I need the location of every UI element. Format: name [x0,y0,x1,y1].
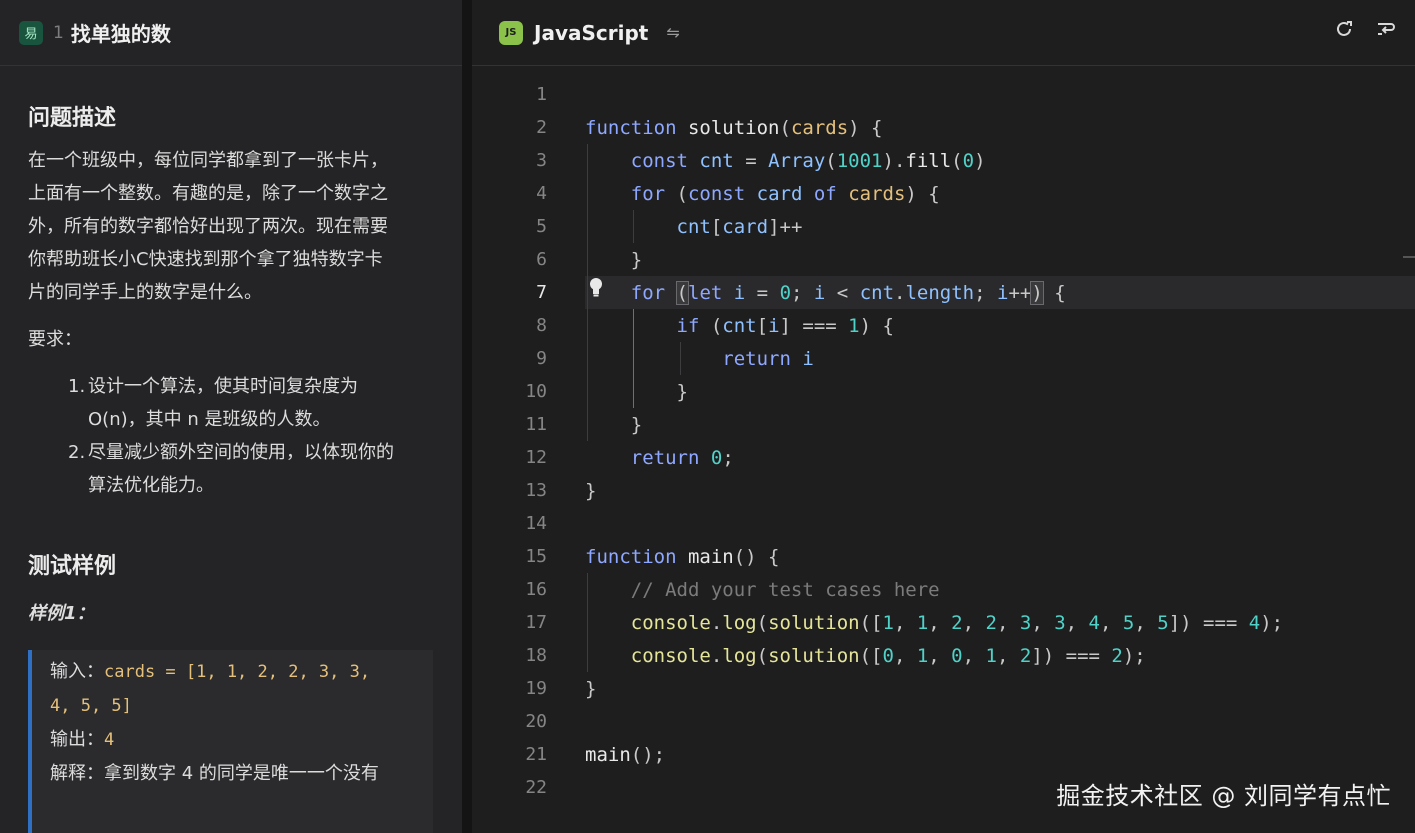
difficulty-badge: 易 [19,20,43,45]
javascript-icon: JS [499,20,523,45]
sample-input-cont: 4, 5, 5] [50,689,421,723]
line-number: 8 [536,315,547,336]
code-line: } [585,380,688,403]
problem-number: 1 [53,22,64,43]
line-number: 16 [525,579,547,600]
problem-title: 找单独的数 [70,22,171,46]
line-number: 15 [525,546,547,567]
code-line: for (const card of cards) { [630,182,940,205]
code-line: } [585,248,643,271]
code-line: function solution(cards) { [585,116,883,139]
editor-header: JS JavaScript ⇋ [472,0,1415,66]
line-number: 7 [536,282,547,303]
line-number: 4 [536,183,547,204]
watermark: 掘金技术社区 @ 刘同学有点忙 [1056,782,1391,810]
problem-body: 问题描述 在一个班级中，每位同学都拿到了一张卡片， 上面有一个整数。有趣的是，除… [0,66,462,833]
list-number: 1. [68,376,86,397]
line-number: 12 [525,447,547,468]
description-line: 片的同学手上的数字是什么。 [28,282,262,303]
problem-panel: 易 1 找单独的数 问题描述 在一个班级中，每位同学都拿到了一张卡片， 上面有一… [0,0,462,833]
input-code: cards = [1, 1, 2, 2, 3, 3, [104,662,371,682]
description-heading: 问题描述 [28,106,117,131]
code-line: cnt[card]++ [676,215,803,238]
input-label: 输入： [50,661,104,682]
code-line: } [585,413,643,436]
output-value: 4 [104,730,115,750]
refresh-icon[interactable] [1333,18,1355,40]
wrap-icon[interactable] [1375,18,1397,40]
sample-input: 输入：cards = [1, 1, 2, 2, 3, 3, [50,655,421,689]
line-number: 21 [525,744,547,765]
panel-splitter[interactable] [462,0,472,833]
description-line: 上面有一个整数。有趣的是，除了一个数字之 [28,183,388,204]
input-code: 4, 5, 5] [50,696,132,716]
lightbulb-icon[interactable] [589,277,603,302]
code-line: return i [722,347,814,370]
line-number: 6 [536,249,547,270]
code-line: // Add your test cases here [630,578,940,601]
code-line: } [585,479,597,502]
list-text: 设计一个算法，使其时间复杂度为 [88,376,358,397]
code-line: if (cnt[i] === 1) { [676,314,894,337]
line-number: 9 [536,348,547,369]
line-number: 20 [525,711,547,732]
code-line: } [585,677,597,700]
line-number: 5 [536,216,547,237]
list-number: 2. [68,442,86,463]
language-select[interactable]: JavaScript [534,21,648,45]
line-number: 11 [525,414,547,435]
code-line: console.log(solution([1, 1, 2, 2, 3, 3, … [630,611,1284,634]
list-text: O(n)，其中 n 是班级的人数。 [88,409,331,430]
line-number: 2 [536,117,547,138]
list-item: 1. 设计一个算法，使其时间复杂度为 O(n)，其中 n 是班级的人数。 [68,370,434,436]
description-text: 在一个班级中，每位同学都拿到了一张卡片， 上面有一个整数。有趣的是，除了一个数字… [28,144,434,309]
line-number: 18 [525,645,547,666]
explain-text: 拿到数字 4 的同学是唯一一个没有 [104,763,379,784]
list-text: 算法优化能力。 [88,475,214,496]
code-line: function main() { [585,545,780,568]
sample-output: 输出：4 [50,723,421,757]
line-number: 22 [525,777,547,798]
description-line: 在一个班级中，每位同学都拿到了一张卡片， [28,150,388,171]
line-number: 14 [525,513,547,534]
code-line: return 0; [630,446,734,469]
list-item: 2. 尽量减少额外空间的使用，以体现你的 算法优化能力。 [68,436,434,502]
requirements-label: 要求： [28,329,82,350]
editor-panel: JS JavaScript ⇋ 1 2 function solution(car… [472,0,1415,833]
line-number: 3 [536,150,547,171]
line-number: 10 [525,381,547,402]
requirements-list: 1. 设计一个算法，使其时间复杂度为 O(n)，其中 n 是班级的人数。 2. … [28,370,434,502]
explain-label: 解释： [50,763,104,784]
swap-icon[interactable]: ⇋ [666,23,679,42]
code-editor[interactable]: 1 2 function solution(cards) { 3 const cn… [472,78,1415,818]
sample-explain: 解释：拿到数字 4 的同学是唯一一个没有 [50,757,421,790]
sample-box: 输入：cards = [1, 1, 2, 2, 3, 3, 4, 5, 5] 输… [28,650,433,833]
line-number: 19 [525,678,547,699]
code-line: main(); [585,743,666,766]
list-text: 尽量减少额外空间的使用，以体现你的 [88,442,394,463]
problem-header: 易 1 找单独的数 [0,0,462,66]
description-line: 你帮助班长小C快速找到那个拿了独特数字卡 [28,249,383,270]
editor-toolbar [1333,18,1397,40]
tests-heading: 测试样例 [28,554,117,579]
line-number: 17 [525,612,547,633]
sample-label: 样例1： [28,603,95,624]
line-number: 13 [525,480,547,501]
code-line: const cnt = Array(1001).fill(0) [630,149,986,172]
scrollbar-marker [1403,256,1415,258]
code-line: console.log(solution([0, 1, 0, 1, 2]) ==… [630,644,1146,667]
description-line: 外，所有的数字都恰好出现了两次。现在需要 [28,216,388,237]
code-line: for (let i = 0; i < cnt.length; i++) { [630,280,1066,305]
output-label: 输出： [50,729,104,750]
line-number: 1 [536,84,547,105]
